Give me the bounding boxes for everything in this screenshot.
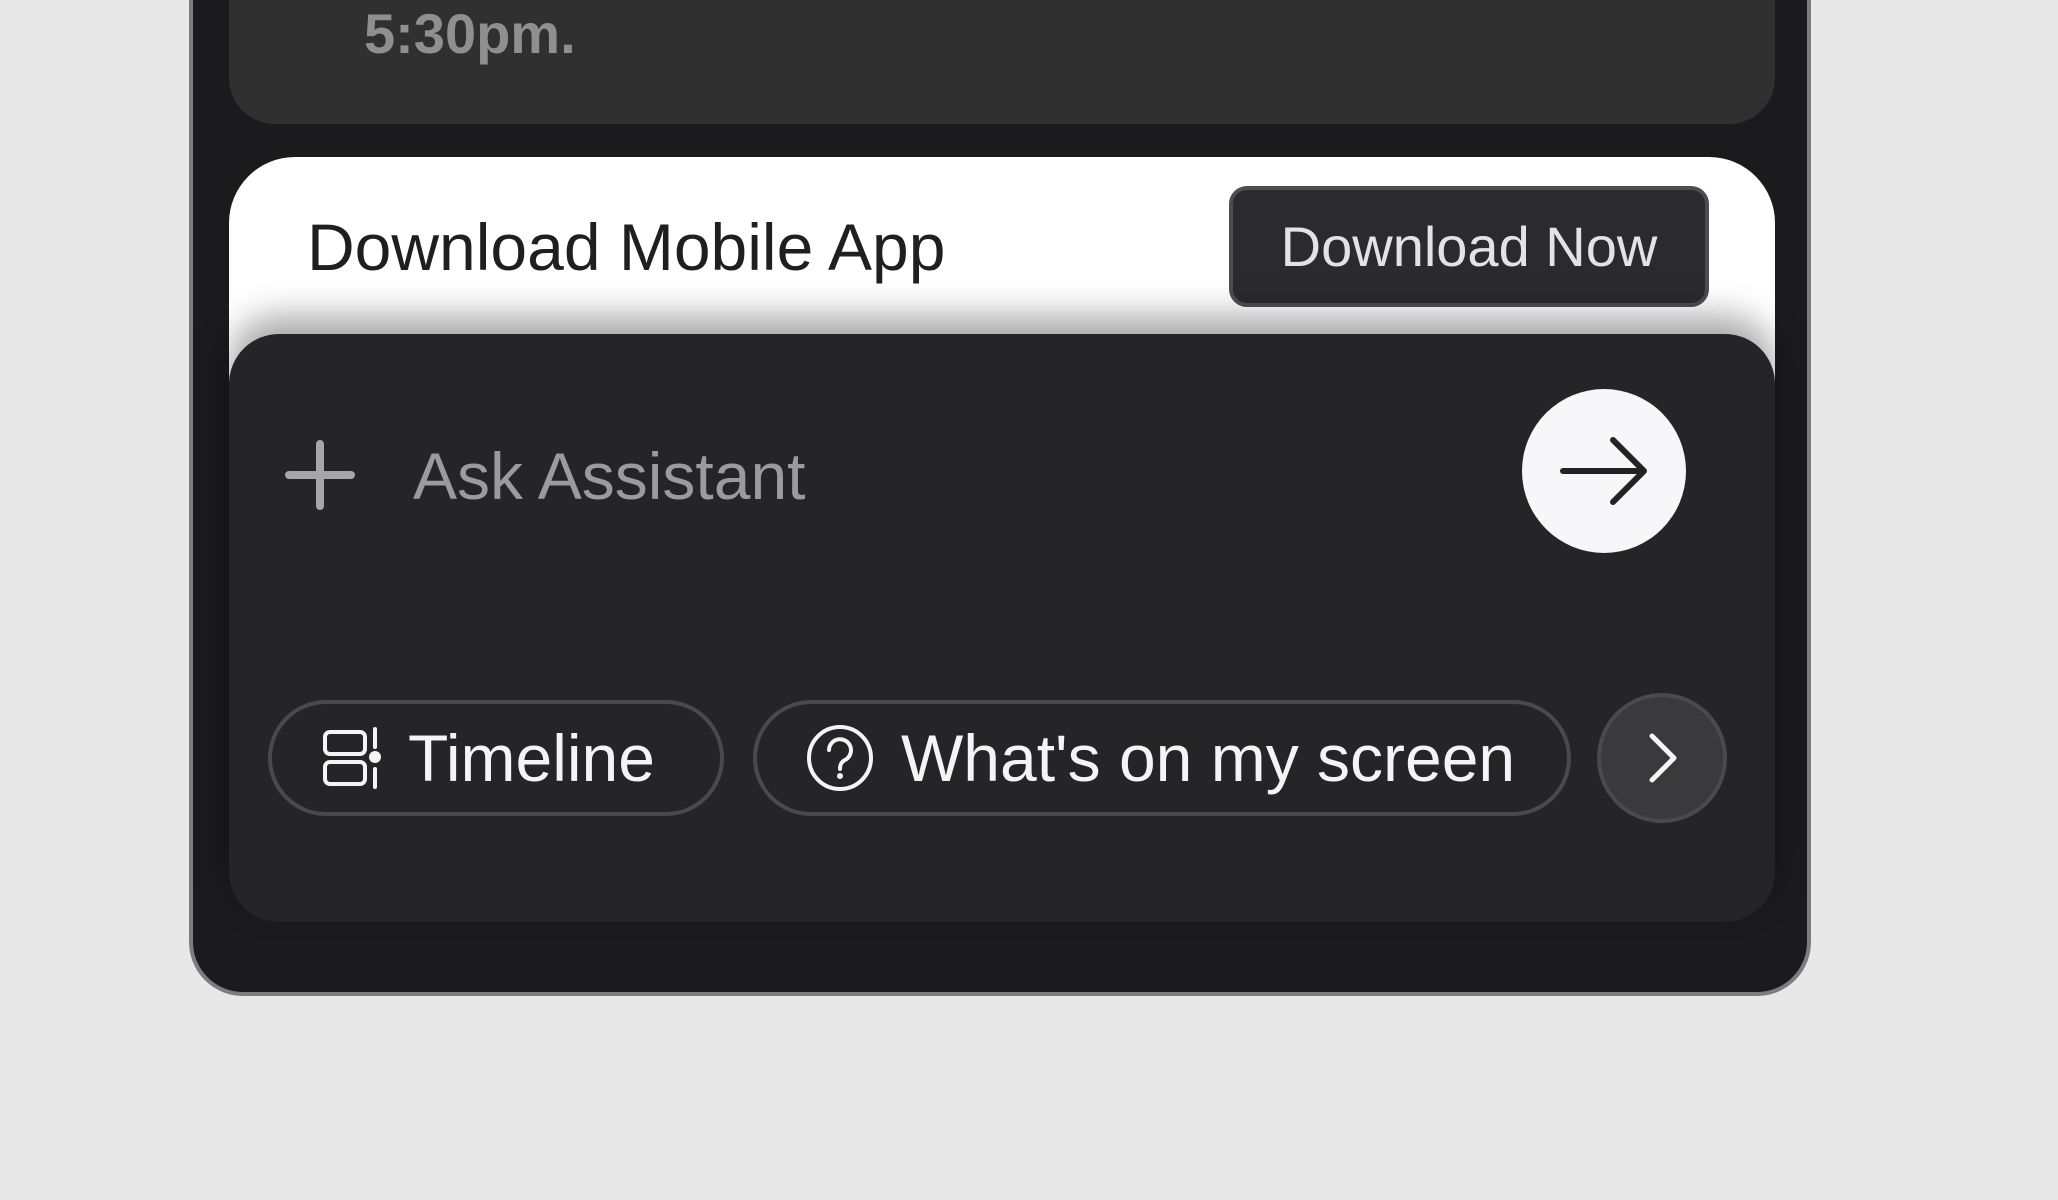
whats-on-my-screen-chip[interactable]: What's on my screen xyxy=(753,700,1571,816)
ask-assistant-input[interactable] xyxy=(413,434,1363,518)
plus-icon xyxy=(285,440,355,510)
chevron-right-icon xyxy=(1649,733,1677,783)
download-now-button[interactable]: Download Now xyxy=(1229,186,1709,307)
more-suggestions-button[interactable] xyxy=(1597,693,1727,823)
previous-message-text: 5:30pm. xyxy=(364,2,576,65)
device-frame: 5:30pm. Download Mobile App Download Now xyxy=(189,0,1811,996)
timeline-chip-label: Timeline xyxy=(408,721,655,795)
previous-message-card: 5:30pm. xyxy=(229,0,1775,124)
question-circle-icon xyxy=(805,723,875,793)
send-button[interactable] xyxy=(1522,389,1686,553)
timeline-chip[interactable]: Timeline xyxy=(268,700,724,816)
download-banner-title: Download Mobile App xyxy=(307,210,946,284)
timeline-icon xyxy=(322,727,382,789)
add-attachment-button[interactable] xyxy=(279,434,361,516)
whats-on-my-screen-label: What's on my screen xyxy=(901,721,1516,795)
assistant-panel: Timeline What's on my screen xyxy=(229,334,1775,922)
arrow-right-icon xyxy=(1560,437,1647,505)
